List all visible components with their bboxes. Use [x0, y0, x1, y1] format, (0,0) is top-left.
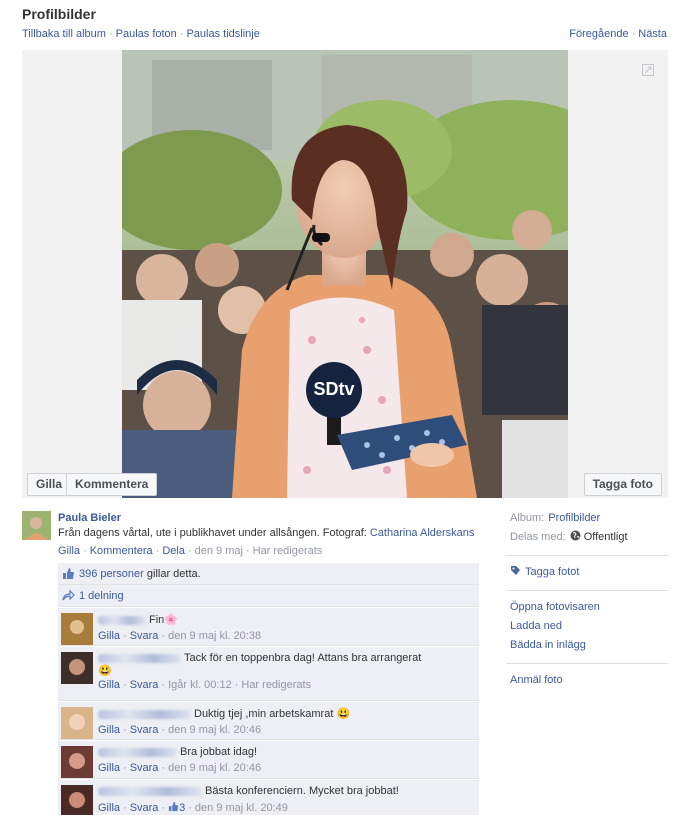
comment-time[interactable]: den 9 maj kl. 20:38 [168, 630, 261, 642]
flower-emoji: 🌸 [164, 614, 178, 626]
shared-with-label: Delas med: [510, 531, 566, 543]
comment-time[interactable]: Igår kl. 00:12 [168, 679, 232, 691]
comment-edited[interactable]: Har redigerats [241, 679, 311, 691]
album-link[interactable]: Profilbilder [548, 512, 600, 524]
photo-stage: SDtv Gilla Kommentera Tagga foto [22, 50, 668, 498]
stage-like-button[interactable]: Gilla [27, 473, 72, 496]
comment-text: Tack för en toppenbra dag! Attans bra ar… [184, 652, 422, 664]
comment-text: Fin [149, 614, 165, 626]
globe-icon [570, 530, 581, 541]
post-edited[interactable]: Har redigerats [253, 545, 323, 557]
comment-reply-link[interactable]: Svara [130, 802, 159, 814]
report-photo-link[interactable]: Anmäl foto [510, 674, 563, 686]
photographer-link[interactable]: Catharina Alderskans [370, 527, 475, 539]
tag-icon [511, 566, 520, 575]
comment-item: Tack för en toppenbra dag! Attans bra ar… [58, 646, 479, 701]
paulas-photos-link[interactable]: Paulas foton [116, 28, 177, 40]
expand-icon[interactable] [642, 64, 654, 76]
comment-like-link[interactable]: Gilla [98, 724, 120, 736]
commenter-avatar[interactable] [61, 746, 93, 778]
feedback-box: 396 personer gillar detta. 1 delning Fin… [58, 563, 479, 815]
post-share-link[interactable]: Dela [162, 545, 185, 557]
commenter-name-blurred[interactable] [98, 615, 146, 625]
shares-count-link[interactable]: 1 delning [79, 590, 124, 602]
post-actions: Gilla · Kommentera · Dela · den 9 maj · Har redi… [58, 545, 323, 557]
commenter-avatar[interactable] [61, 613, 93, 645]
photo-illustration: SDtv [122, 50, 568, 498]
comment-time[interactable]: den 9 maj kl. 20:46 [168, 762, 261, 774]
author-name[interactable]: Paula Bieler [58, 512, 121, 524]
share-arrow-icon [62, 590, 75, 601]
previous-link[interactable]: Föregående [569, 28, 628, 40]
audience-value[interactable]: Offentligt [584, 531, 628, 543]
comment-like-link[interactable]: Gilla [98, 762, 120, 774]
post-caption: Från dagens vårtal, ute i publikhavet un… [58, 527, 474, 539]
smiley-emoji: 😃 [98, 665, 112, 677]
comment-text: Bästa konferenciern. Mycket bra jobbat! [205, 785, 399, 797]
comment-reply-link[interactable]: Svara [130, 679, 159, 691]
embed-post-link[interactable]: Bädda in inlägg [510, 639, 586, 651]
comment-item: Bra jobbat idag! Gilla · Svara · den 9 maj k… [58, 740, 479, 779]
likes-count-link[interactable]: 396 personer [79, 568, 144, 580]
post-comment-link[interactable]: Kommentera [90, 545, 153, 557]
tag-photo-link[interactable]: Tagga fotot [525, 566, 579, 578]
photo-sidebar: Album: Profilbilder Delas med: Offentligt… [506, 511, 668, 692]
shares-row: 1 delning [58, 585, 479, 607]
likes-row: 396 personer gillar detta. [58, 563, 479, 585]
commenter-avatar[interactable] [61, 707, 93, 739]
comment-time[interactable]: den 9 maj kl. 20:49 [195, 802, 288, 814]
comment-reply-link[interactable]: Svara [130, 630, 159, 642]
comment-item: Duktig tjej ,min arbetskamrat 😃 Gilla · Sv… [58, 701, 479, 740]
post-time[interactable]: den 9 maj [195, 545, 243, 557]
stage-comment-button[interactable]: Kommentera [66, 473, 158, 496]
comment-like-link[interactable]: Gilla [98, 679, 120, 691]
paulas-timeline-link[interactable]: Paulas tidslinje [186, 28, 259, 40]
comment-item: Bästa konferenciern. Mycket bra jobbat! … [58, 779, 479, 815]
comment-text: Bra jobbat idag! [180, 746, 258, 758]
profile-photo[interactable]: SDtv [122, 50, 568, 498]
comment-item: Fin🌸 Gilla · Svara · den 9 maj kl. 20:38 [58, 607, 479, 646]
like-thumb-icon [63, 568, 74, 579]
caption-text: Från dagens vårtal, ute i publikhavet un… [58, 527, 370, 539]
comment-like-link[interactable]: Gilla [98, 630, 120, 642]
next-link[interactable]: Nästa [638, 28, 667, 40]
comment-reply-link[interactable]: Svara [130, 724, 159, 736]
smiley-emoji: 😃 [336, 708, 351, 720]
album-label: Album: [510, 512, 545, 524]
breadcrumb: Tillbaka till album · Paulas foton · Paulas … [22, 28, 260, 40]
commenter-name-blurred[interactable] [98, 786, 202, 796]
page-title: Profilbilder [22, 6, 96, 22]
comment-reply-link[interactable]: Svara [130, 762, 159, 774]
comment-time[interactable]: den 9 maj kl. 20:46 [168, 724, 261, 736]
download-link[interactable]: Ladda ned [510, 620, 562, 632]
commenter-name-blurred[interactable] [98, 747, 177, 757]
commenter-name-blurred[interactable] [98, 653, 181, 663]
photo-pager: Föregående · Nästa [569, 28, 667, 40]
likes-suffix: gillar detta. [146, 567, 201, 580]
comment-like-link[interactable]: Gilla [98, 802, 120, 814]
open-viewer-link[interactable]: Öppna fotovisaren [510, 601, 600, 613]
comment-text: Duktig tjej ,min arbetskamrat [194, 708, 334, 720]
commenter-avatar[interactable] [61, 785, 93, 815]
tag-photo-button[interactable]: Tagga foto [583, 473, 662, 496]
svg-text:SDtv: SDtv [313, 379, 354, 399]
post-like-link[interactable]: Gilla [58, 545, 80, 557]
commenter-name-blurred[interactable] [98, 709, 191, 719]
like-thumb-icon [168, 801, 179, 812]
back-to-album-link[interactable]: Tillbaka till album [22, 28, 106, 40]
author-avatar[interactable] [22, 511, 51, 540]
commenter-avatar[interactable] [61, 652, 93, 684]
